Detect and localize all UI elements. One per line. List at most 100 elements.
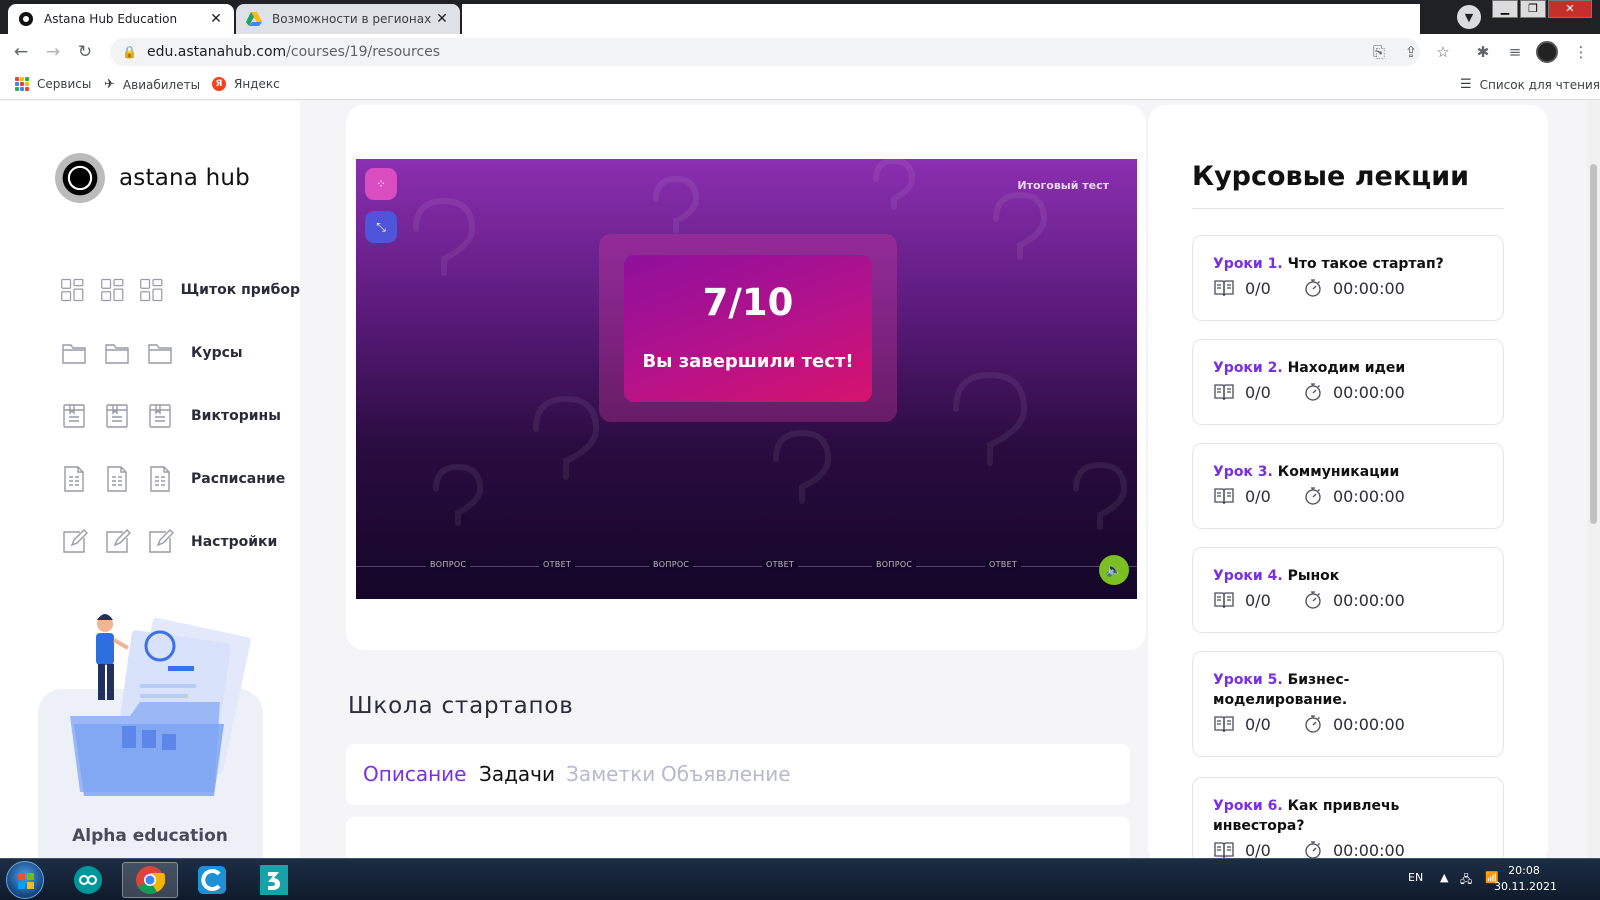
close-tab-icon[interactable]: ✕ [434, 11, 450, 27]
sidebar-item-label: Щиток прибор [180, 282, 300, 298]
tab-astana-hub[interactable]: Astana Hub Education ✕ [8, 4, 234, 34]
lesson-count: 0/0 [1245, 486, 1271, 506]
ccleaner-icon [198, 866, 226, 894]
lesson-duration: 00:00:00 [1333, 590, 1405, 610]
scrollbar-thumb[interactable] [1590, 164, 1597, 524]
lesson-card[interactable]: Урок 3. Коммуникации 0/0 00:00:00 [1192, 443, 1504, 529]
lesson-title: Уроки 4. Рынок [1213, 566, 1493, 586]
extensions-icon[interactable]: ✱ [1472, 41, 1494, 63]
taskbar-3dsmax[interactable] [246, 862, 302, 898]
bookmark-star-icon[interactable]: ☆ [1432, 41, 1454, 63]
lesson-card[interactable]: Уроки 5. Бизнес-моделирование. 0/0 00:00… [1192, 651, 1504, 757]
lesson-title: Уроки 2. Находим идеи [1213, 358, 1493, 378]
sidebar-item-dashboard[interactable]: Щиток прибор [60, 275, 300, 305]
bookmark-flights[interactable]: ✈ Авиабилеты [104, 77, 200, 92]
yandex-icon: Я [212, 77, 226, 91]
sidebar: astana hub Щиток прибор Курсы Викторины … [0, 101, 300, 858]
sidebar-item-settings[interactable]: Настройки [60, 527, 300, 557]
media-queue-icon[interactable]: ≡ [1504, 41, 1526, 63]
browser-menu-icon[interactable]: ⋮ [1570, 41, 1592, 63]
menu-grid-icon[interactable]: ⁘ [365, 168, 397, 200]
window-close-icon[interactable]: ✕ [1548, 0, 1592, 18]
close-tab-icon[interactable]: ✕ [208, 11, 224, 27]
sidebar-item-schedule[interactable]: Расписание [60, 464, 300, 494]
windows-logo-icon [18, 873, 34, 889]
lesson-card[interactable]: Уроки 6. Как привлечь инвестора? 0/0 00:… [1192, 777, 1504, 858]
lesson-count: 0/0 [1245, 590, 1271, 610]
folder-icon [105, 344, 129, 364]
bookmark-label: Авиабилеты [122, 77, 201, 92]
taskbar-arduino[interactable] [60, 862, 116, 898]
lesson-count: 0/0 [1245, 840, 1271, 859]
edit-icon [149, 529, 174, 553]
taskbar-chrome[interactable] [122, 862, 178, 898]
restore-icon[interactable]: ❐ [1520, 0, 1546, 18]
address-bar[interactable]: 🔒 edu.astanahub.com/courses/19/resources [110, 38, 1420, 66]
share-icon[interactable]: ⇪ [1400, 41, 1422, 63]
timeline-label: ВОПРОС [872, 560, 917, 569]
fullscreen-icon[interactable]: ⤡ [365, 211, 397, 243]
lesson-meta: 0/0 00:00:00 [1213, 713, 1405, 735]
tab-announcements[interactable]: Объявление [661, 762, 791, 786]
logo-text: astana hub [119, 165, 250, 191]
book-icon [1214, 592, 1234, 609]
profile-avatar[interactable] [1536, 41, 1558, 63]
tab-notes[interactable]: Заметки [566, 762, 655, 786]
schedule-icon [150, 466, 170, 492]
translate-icon[interactable]: ⎘ [1368, 41, 1390, 63]
reading-list-icon: ☰ [1460, 77, 1472, 92]
tab-title: Возможности в регионах Каз [272, 12, 434, 26]
tab-title: Astana Hub Education [44, 12, 178, 26]
page-scrollbar[interactable] [1587, 100, 1600, 858]
sidebar-item-label: Настройки [191, 534, 278, 550]
course-lectures-panel: Курсовые лекции Уроки 1. Что такое старт… [1148, 105, 1548, 858]
reload-icon[interactable]: ↻ [74, 41, 96, 63]
quiz-icon [149, 404, 171, 428]
back-arrow-icon[interactable]: ← [10, 41, 32, 63]
bookmarks-bar: Сервисы ✈ Авиабилеты Я Яндекс ☰ Список д… [0, 70, 1600, 100]
input-language[interactable]: EN [1408, 871, 1423, 884]
quiz-player[interactable]: ⁘ ⤡ Итоговый тест 7/10 Вы завершили тест… [356, 159, 1137, 599]
url-path: /courses/19/resources [286, 44, 441, 60]
sidebar-item-quizzes[interactable]: Викторины [60, 401, 300, 431]
astana-hub-logo-icon [55, 153, 105, 203]
promo-illustration [70, 614, 251, 796]
tab-strip-empty-area [462, 4, 1420, 34]
book-icon [1214, 280, 1234, 297]
minimize-icon[interactable]: ▁ [1492, 0, 1518, 18]
tray-expand-icon[interactable]: ▲ [1440, 871, 1448, 884]
quiz-complete-message: Вы завершили тест! [642, 351, 854, 372]
stopwatch-icon [1305, 715, 1321, 733]
dashboard-icon [140, 278, 163, 302]
tab-regions[interactable]: Возможности в регионах Каз ✕ [236, 4, 460, 34]
logo[interactable]: astana hub [55, 153, 250, 203]
reading-list[interactable]: ☰ Список для чтения [1460, 77, 1600, 92]
bookmark-yandex[interactable]: Я Яндекс [212, 77, 280, 91]
sidebar-item-courses[interactable]: Курсы [60, 338, 300, 368]
tab-search-icon[interactable]: ▼ [1457, 5, 1481, 29]
divider [1192, 208, 1504, 209]
window-controls: ▁ ❐ ✕ [1492, 0, 1592, 18]
start-button[interactable] [6, 861, 44, 899]
clock-time: 20:08 [1508, 864, 1540, 877]
bookmark-services[interactable]: Сервисы [15, 77, 91, 91]
tab-description[interactable]: Описание [363, 762, 466, 786]
sound-icon[interactable]: 🔈 [1099, 555, 1129, 585]
lesson-title: Уроки 1. Что такое стартап? [1213, 254, 1493, 274]
network-icon[interactable]: 🖧 [1460, 871, 1472, 890]
dashboard-icon [100, 278, 123, 302]
timeline-label: ВОПРОС [426, 560, 471, 569]
lesson-card[interactable]: Уроки 2. Находим идеи 0/0 00:00:00 [1192, 339, 1504, 425]
lesson-card[interactable]: Уроки 4. Рынок 0/0 00:00:00 [1192, 547, 1504, 633]
tab-content-card [346, 817, 1130, 858]
lesson-meta: 0/0 00:00:00 [1213, 589, 1405, 611]
bookmark-label: Яндекс [234, 77, 280, 91]
timeline-label: ОТВЕТ [762, 560, 799, 569]
lesson-card[interactable]: Уроки 1. Что такое стартап? 0/0 00:00:00 [1192, 235, 1504, 321]
tab-tasks[interactable]: Задачи [479, 762, 555, 786]
system-clock[interactable]: 20:08 30.11.2021 [1494, 863, 1557, 895]
lesson-count: 0/0 [1245, 714, 1271, 734]
forward-arrow-icon[interactable]: → [42, 41, 64, 63]
taskbar-ccleaner[interactable] [184, 862, 240, 898]
edit-icon [63, 529, 88, 553]
